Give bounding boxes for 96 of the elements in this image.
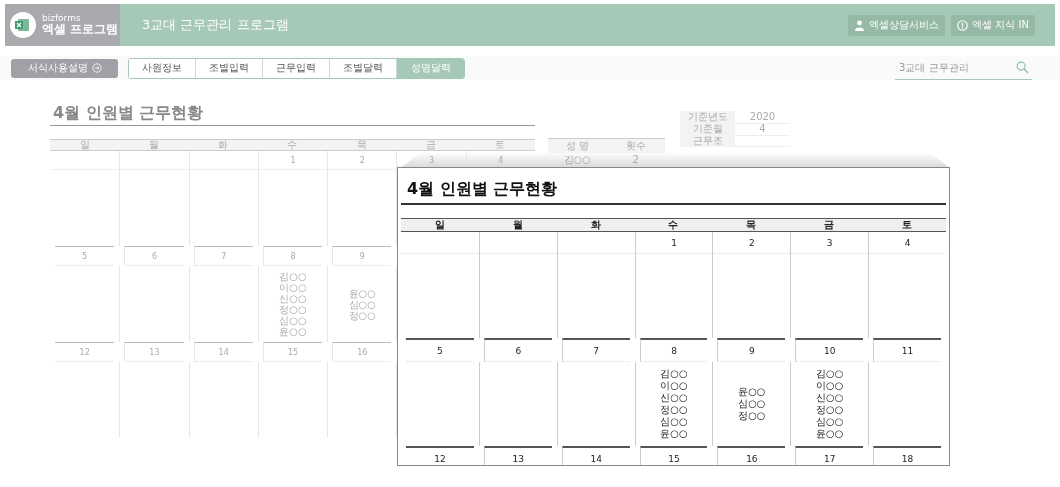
name-entry: 정○○ [738,410,766,422]
name-entry: 심○○ [738,398,766,410]
date-cell: 5 [55,246,115,266]
weekday-header: 일 [401,218,479,232]
date-cell: 5 [406,338,474,362]
date-cell: 10 [795,338,864,362]
tab[interactable]: 근무입력 [263,58,330,78]
person-icon [854,19,866,31]
tab[interactable]: 조별입력 [196,58,263,78]
brand-subtitle: 엑셀 프로그램 [42,23,119,36]
date-cell: 7 [193,246,253,266]
tab[interactable]: 조별달력 [330,58,397,78]
tab[interactable]: 성명달력 [397,58,464,78]
logo-panel[interactable]: bizforms 엑셀 프로그램 [5,4,120,46]
weekday-header: 금 [790,218,869,232]
column-header: 성 명 [564,139,590,153]
date-cell: 2 [712,232,791,254]
date-cell: 1 [634,232,713,254]
name-entry: 심○○ [348,298,376,310]
date-cell: 12 [55,342,115,362]
header-button[interactable]: 엑셀 지식 IN [951,14,1035,36]
name-entry: 정○○ [816,404,844,416]
date-cell: 14 [561,446,630,465]
name-entry: 심○○ [660,416,688,428]
program-title: 3교대 근무관리 프로그램 [142,16,289,34]
date-cell: 15 [262,342,323,362]
date-cell: 13 [483,446,552,465]
arrow-circle-icon [91,63,102,73]
weekday-header: 일 [50,139,120,151]
date-cell: 16 [717,446,786,465]
date-cell: 13 [124,342,184,362]
sheet-title: 4월 인원별 근무현황 [50,103,535,126]
date-cell: 9 [332,246,392,266]
weekday-header: 화 [188,139,258,151]
weekday-header: 수 [257,139,328,151]
weekday-header: 월 [119,139,189,151]
date-cell: 12 [406,446,474,465]
name-entry: 김○○ [660,368,688,380]
name-entry: 윤○○ [816,428,844,440]
name-entry: 심○○ [279,315,307,326]
date-cell: 6 [483,338,552,362]
name-entry: 정○○ [279,304,307,315]
date-cell: 6 [124,246,184,266]
calendar-title: 4월 인원별 근무현황 [401,174,946,205]
date-cell: 4 [868,232,946,254]
spreadsheet-logo-icon [10,12,36,38]
exclamation-icon [957,19,969,31]
weekday-header: 금 [396,139,466,151]
name-entry: 심○○ [816,416,844,428]
table-cell-text: 김○○ [562,153,592,167]
date-cell: 8 [262,246,323,266]
date-cell: 18 [873,446,941,465]
setting-label: 근무조 [680,135,735,147]
tab[interactable]: 사원정보 [129,58,196,78]
date-cell: 8 [639,338,708,362]
name-entry: 윤○○ [348,287,376,299]
date-cell: 9 [717,338,786,362]
name-entry: 김○○ [816,368,844,380]
search-input[interactable]: 3교대 근무관리 [895,62,1013,73]
name-entry: 이○○ [660,380,688,392]
date-cell: 7 [561,338,630,362]
date-cell: 3 [790,232,869,254]
search-icon [1016,61,1029,74]
table-cell-text: 2 [631,153,640,167]
weekday-header: 월 [478,218,557,232]
guide-button[interactable]: 서식사용설명 [11,58,118,78]
column-header: 횟수 [624,139,647,153]
name-entry: 윤○○ [738,386,766,398]
weekday-header: 화 [556,218,635,232]
date-cell: 14 [193,342,253,362]
weekday-header: 목 [712,218,791,232]
name-entry: 정○○ [660,404,688,416]
date-cell: 16 [332,342,392,362]
name-entry: 정○○ [348,309,376,321]
name-entry: 윤○○ [660,428,688,440]
date-cell: 15 [639,446,708,465]
name-entry: 이○○ [816,380,844,392]
name-entry: 윤○○ [279,326,307,337]
name-entry: 신○○ [816,392,844,404]
weekday-header: 토 [868,218,946,232]
header-button[interactable]: 엑셀상담서비스 [848,14,946,36]
date-cell: 17 [795,446,864,465]
name-entry: 이○○ [279,282,307,293]
date-cell: 11 [873,338,941,362]
name-entry: 김○○ [279,271,307,282]
search-field[interactable]: 3교대 근무관리 [895,56,1032,80]
setting-value: 2020 [749,111,776,122]
weekday-header: 토 [465,139,535,151]
brand-name: bizforms [42,14,82,23]
date-cell: 1 [257,151,328,170]
name-entry: 신○○ [279,293,307,304]
name-entry: 신○○ [660,392,688,404]
weekday-header: 수 [634,218,713,232]
date-cell: 2 [327,151,397,170]
weekday-header: 목 [327,139,397,151]
setting-value: 4 [759,123,766,134]
